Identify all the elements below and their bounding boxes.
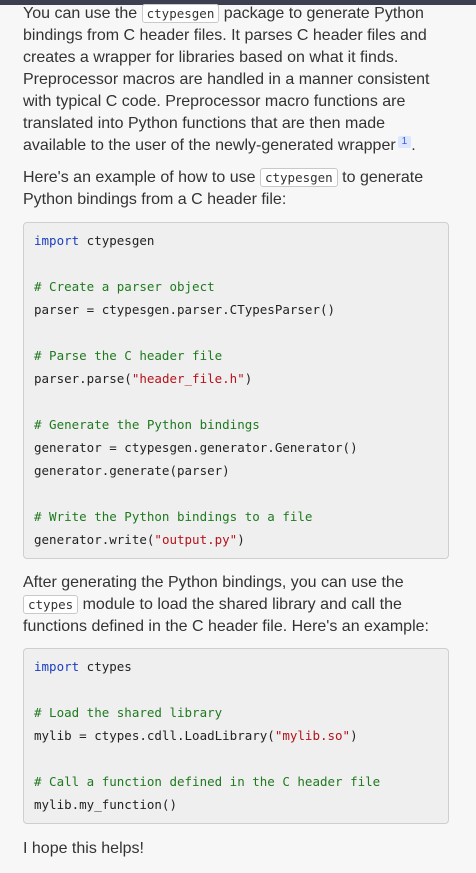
- code-comment: # Load the shared library: [34, 705, 223, 720]
- ctypes-text-cont: module to load the shared library and ca…: [23, 596, 429, 635]
- ctypes-text: After generating the Python bindings, yo…: [23, 574, 404, 591]
- example-text: Here's an example of how to use: [23, 169, 260, 186]
- code-comment: # Generate the Python bindings: [34, 417, 260, 432]
- code-comment: # Create a parser object: [34, 279, 215, 294]
- assistant-message: You can use the ctypesgen package to gen…: [23, 3, 449, 860]
- inline-code-ctypesgen: ctypesgen: [141, 4, 220, 23]
- code-line: mylib = ctypes.cdll.LoadLibrary("mylib.s…: [34, 728, 358, 743]
- code-comment: # Call a function defined in the C heade…: [34, 774, 381, 789]
- code-line: generator = ctypesgen.generator.Generato…: [34, 440, 358, 455]
- intro-text-cont: package to generate Python bindings from…: [23, 5, 430, 154]
- code-line: import ctypesgen: [34, 233, 155, 248]
- code-block-ctypes[interactable]: import ctypes # Load the shared library …: [23, 648, 449, 824]
- code-line: parser = ctypesgen.parser.CTypesParser(): [34, 302, 336, 317]
- code-line: mylib.my_function(): [34, 797, 177, 812]
- code-comment: # Parse the C header file: [34, 348, 223, 363]
- code-line: generator.generate(parser): [34, 463, 230, 478]
- inline-code-ctypesgen: ctypesgen: [259, 168, 338, 187]
- inline-code-ctypes: ctypes: [23, 595, 79, 614]
- code-line: import ctypes: [34, 659, 132, 674]
- code-comment: # Write the Python bindings to a file: [34, 509, 313, 524]
- intro-text: You can use the: [23, 5, 142, 22]
- code-line: generator.write("output.py"): [34, 532, 245, 547]
- code-line: parser.parse("header_file.h"): [34, 371, 253, 386]
- ctypes-paragraph: After generating the Python bindings, yo…: [23, 572, 433, 638]
- code-block-ctypesgen[interactable]: import ctypesgen # Create a parser objec…: [23, 222, 449, 559]
- intro-paragraph: You can use the ctypesgen package to gen…: [23, 3, 433, 157]
- intro-end: .: [411, 137, 416, 154]
- closing-paragraph: I hope this helps!: [23, 840, 144, 857]
- example-paragraph: Here's an example of how to use ctypesge…: [23, 167, 433, 211]
- citation-link[interactable]: 1: [397, 136, 412, 148]
